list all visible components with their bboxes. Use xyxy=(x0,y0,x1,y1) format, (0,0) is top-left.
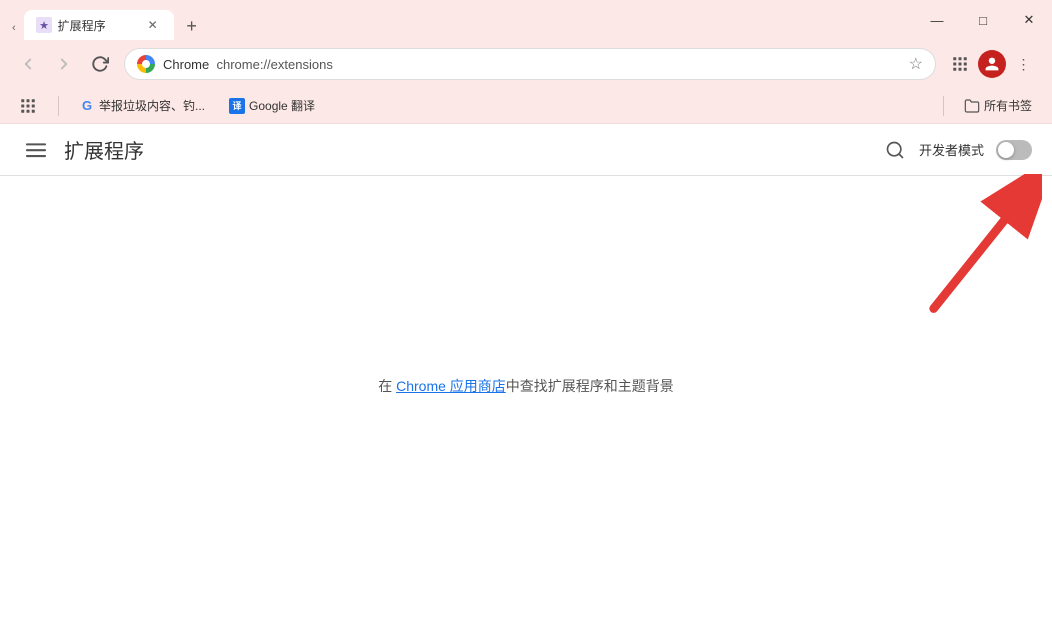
dev-mode-label: 开发者模式 xyxy=(919,140,984,159)
address-bar-right: ☆ xyxy=(909,54,923,74)
close-button[interactable]: ✕ xyxy=(1006,0,1052,40)
bookmark-star-icon[interactable]: ☆ xyxy=(909,56,923,73)
back-button[interactable] xyxy=(12,48,44,80)
address-text: Chrome chrome://extensions xyxy=(163,57,333,72)
address-chrome-label: Chrome xyxy=(163,57,209,72)
empty-text-after: 中查找扩展程序和主题背景 xyxy=(506,378,674,394)
google-g-icon: G xyxy=(79,98,95,114)
bookmark-report-label: 举报垃圾内容、钓... xyxy=(99,97,205,114)
sidebar-toggle-button[interactable] xyxy=(20,134,52,166)
active-tab[interactable]: ★ 扩展程序 ✕ xyxy=(24,10,174,40)
minimize-button[interactable]: — xyxy=(914,0,960,40)
reload-button[interactable] xyxy=(84,48,116,80)
site-favicon xyxy=(137,55,155,73)
toolbar: Chrome chrome://extensions ☆ xyxy=(0,40,1052,88)
page-content: 扩展程序 开发者模式 在 Chrome 应用商店中查找扩展程序和主题背景 xyxy=(0,124,1052,596)
browser-menu-button[interactable]: ⋮ xyxy=(1008,48,1040,80)
empty-text-before: 在 xyxy=(378,378,396,394)
forward-button[interactable] xyxy=(48,48,80,80)
tab-favicon-icon: ★ xyxy=(36,17,52,33)
tab-title: 扩展程序 xyxy=(58,17,138,34)
translate-favicon-icon: 译 xyxy=(229,98,245,114)
address-bar[interactable]: Chrome chrome://extensions ☆ xyxy=(124,48,936,80)
toolbar-right: ⋮ xyxy=(944,48,1040,80)
bookmark-item-report[interactable]: G 举报垃圾内容、钓... xyxy=(71,93,213,118)
svg-text:★: ★ xyxy=(39,20,49,32)
page-title: 扩展程序 xyxy=(64,135,879,164)
tab-close-button[interactable]: ✕ xyxy=(144,16,162,34)
bookmark-item-translate[interactable]: 译 Google 翻译 xyxy=(221,93,323,118)
address-url: chrome://extensions xyxy=(213,57,333,72)
empty-state-message: 在 Chrome 应用商店中查找扩展程序和主题背景 xyxy=(378,376,674,396)
header-right: 开发者模式 xyxy=(879,134,1032,166)
window-controls: — □ ✕ xyxy=(914,0,1052,40)
folder-icon xyxy=(964,98,980,114)
bookmarks-bar: G 举报垃圾内容、钓... 译 Google 翻译 所有书签 xyxy=(0,88,1052,124)
bookmark-divider xyxy=(58,96,59,116)
apps-launcher-button[interactable] xyxy=(12,90,44,122)
search-extensions-button[interactable] xyxy=(879,134,911,166)
maximize-button[interactable]: □ xyxy=(960,0,1006,40)
tab-scroll-left[interactable]: ‹ xyxy=(8,20,20,36)
title-bar: ‹ ★ 扩展程序 ✕ + — □ ✕ xyxy=(0,0,1052,40)
bookmark-divider-right xyxy=(943,96,944,116)
apps-grid-button[interactable] xyxy=(944,48,976,80)
all-bookmarks-label: 所有书签 xyxy=(984,97,1032,114)
extensions-body: 在 Chrome 应用商店中查找扩展程序和主题背景 xyxy=(0,176,1052,596)
bookmark-translate-label: Google 翻译 xyxy=(249,97,315,114)
new-tab-button[interactable]: + xyxy=(178,12,206,40)
chrome-store-link[interactable]: Chrome 应用商店 xyxy=(396,378,506,394)
profile-avatar-button[interactable] xyxy=(978,50,1006,78)
all-bookmarks-button[interactable]: 所有书签 xyxy=(956,93,1040,118)
extensions-header: 扩展程序 开发者模式 xyxy=(0,124,1052,176)
developer-mode-toggle[interactable] xyxy=(996,140,1032,160)
